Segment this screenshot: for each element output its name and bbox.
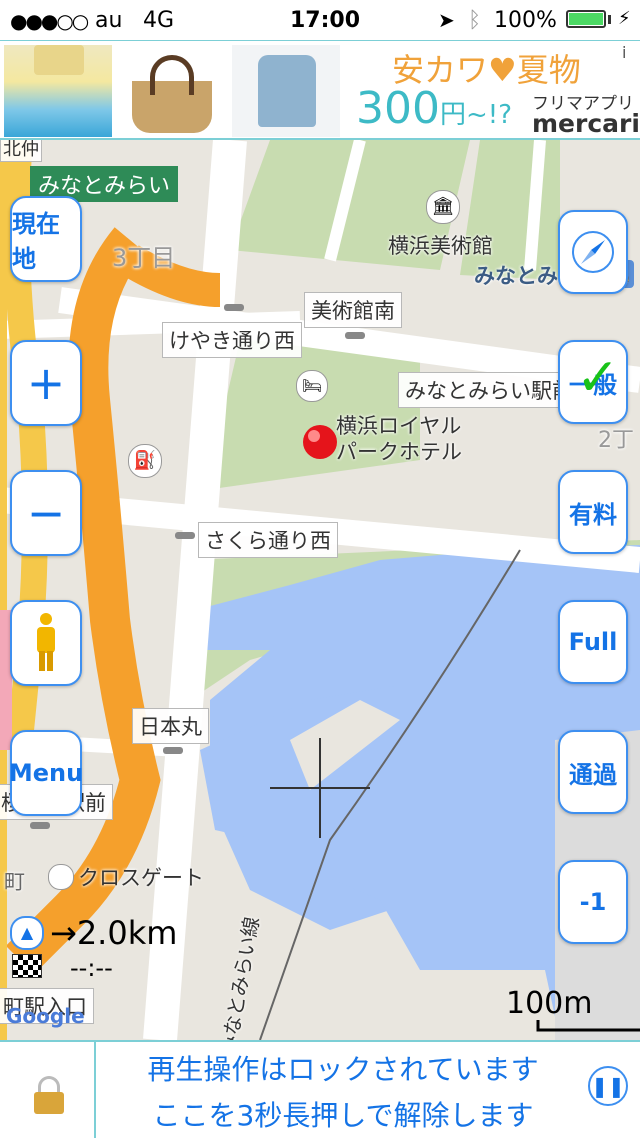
pass-waypoint-button[interactable]: 通過 — [558, 730, 628, 814]
checkmark-icon: ✓ — [576, 348, 620, 408]
hotel-label-line2: パークホテル — [336, 440, 462, 464]
eta: --:-- — [70, 954, 113, 982]
network-type: 4G — [143, 8, 175, 33]
shirt-product-image[interactable] — [232, 45, 340, 137]
scale-label: 100m — [506, 986, 593, 1021]
battery-icon — [566, 10, 606, 28]
general-road-button[interactable]: 一般 ✓ — [558, 340, 628, 424]
full-route-button[interactable]: Full — [558, 600, 628, 684]
north-arrow-icon[interactable]: ▲ — [10, 916, 44, 950]
intersection-mm-station: みなとみらい駅前 — [398, 372, 580, 408]
location-arrow-icon: ➤ — [438, 8, 455, 32]
gas-station-icon: ⛽ — [128, 444, 162, 478]
compass-button[interactable] — [558, 210, 628, 294]
pegman-icon — [35, 613, 57, 673]
google-logo: Google — [6, 1004, 85, 1028]
ad-info-icon[interactable]: i — [622, 43, 626, 62]
pause-icon[interactable]: ❚❚ — [588, 1066, 628, 1106]
ad-banner[interactable]: 安カワ♥夏物 300円~!? フリマアプリ mercari i — [0, 40, 640, 140]
distance-to-destination: →2.0km — [50, 914, 178, 952]
charging-icon: ⚡ — [618, 8, 631, 29]
zoom-in-button[interactable]: + — [10, 340, 82, 426]
compass-icon — [572, 231, 614, 273]
minus-one-button[interactable]: -1 — [558, 860, 628, 944]
dress-product-image[interactable] — [4, 45, 112, 137]
signal-strength: ●●●○○ — [10, 9, 89, 33]
toll-road-button[interactable]: 有料 — [558, 470, 628, 554]
museum-icon: 🏛 — [426, 190, 460, 224]
ad-price: 300円~!? — [356, 83, 512, 134]
block-label-2chome: 2丁 — [598, 428, 634, 453]
intersection-bijutsukan-minami: 美術館南 — [304, 292, 402, 328]
map-view[interactable]: 北仲 みなとみらい 3丁目 2丁 🏛 横浜美術館 みなとみら 🚉 美術館南 けや… — [0, 140, 640, 1040]
intersection-nippon-maru: 日本丸 — [132, 708, 209, 744]
lock-message-line1: 再生操作はロックされています — [147, 1053, 539, 1086]
intersection-keyaki-nishi: けやき通り西 — [162, 322, 302, 358]
basket-bag-image[interactable] — [118, 45, 226, 137]
menu-button[interactable]: Menu — [9, 730, 83, 816]
poi-cross-gate: クロスゲート — [78, 866, 204, 890]
ad-price-suffix: 円~!? — [439, 100, 512, 130]
place-label-machi: 町 — [4, 870, 25, 894]
lock-button[interactable] — [0, 1042, 96, 1138]
hotel-icon: 🛏 — [296, 370, 328, 402]
battery-percent: 100% — [494, 8, 557, 33]
clock: 17:00 — [290, 8, 361, 33]
street-view-button[interactable] — [10, 600, 82, 686]
museum-label: 横浜美術館 — [388, 234, 493, 258]
mercari-logo: mercari — [532, 109, 640, 138]
cross-gate-icon — [48, 864, 74, 890]
intersection-sakura-nishi: さくら通り西 — [198, 522, 338, 558]
status-bar: ●●●○○ au 4G 17:00 ➤ ᛒ 100% ⚡ — [0, 0, 640, 40]
lock-message-line2: ここを3秒長押しで解除します — [152, 1099, 534, 1132]
carrier: au — [95, 8, 123, 33]
bluetooth-icon: ᛒ — [468, 8, 482, 33]
block-label-3chome: 3丁目 — [112, 244, 176, 272]
checkered-flag-icon — [12, 954, 42, 978]
zoom-out-button[interactable]: − — [10, 470, 82, 556]
playback-lock-bar[interactable]: 再生操作はロックされています ここを3秒長押しで解除します ❚❚ — [0, 1040, 640, 1138]
ad-price-number: 300 — [356, 83, 440, 134]
place-label-top-cut: 北仲 — [0, 140, 42, 162]
current-location-button[interactable]: 現在地 — [10, 196, 82, 282]
